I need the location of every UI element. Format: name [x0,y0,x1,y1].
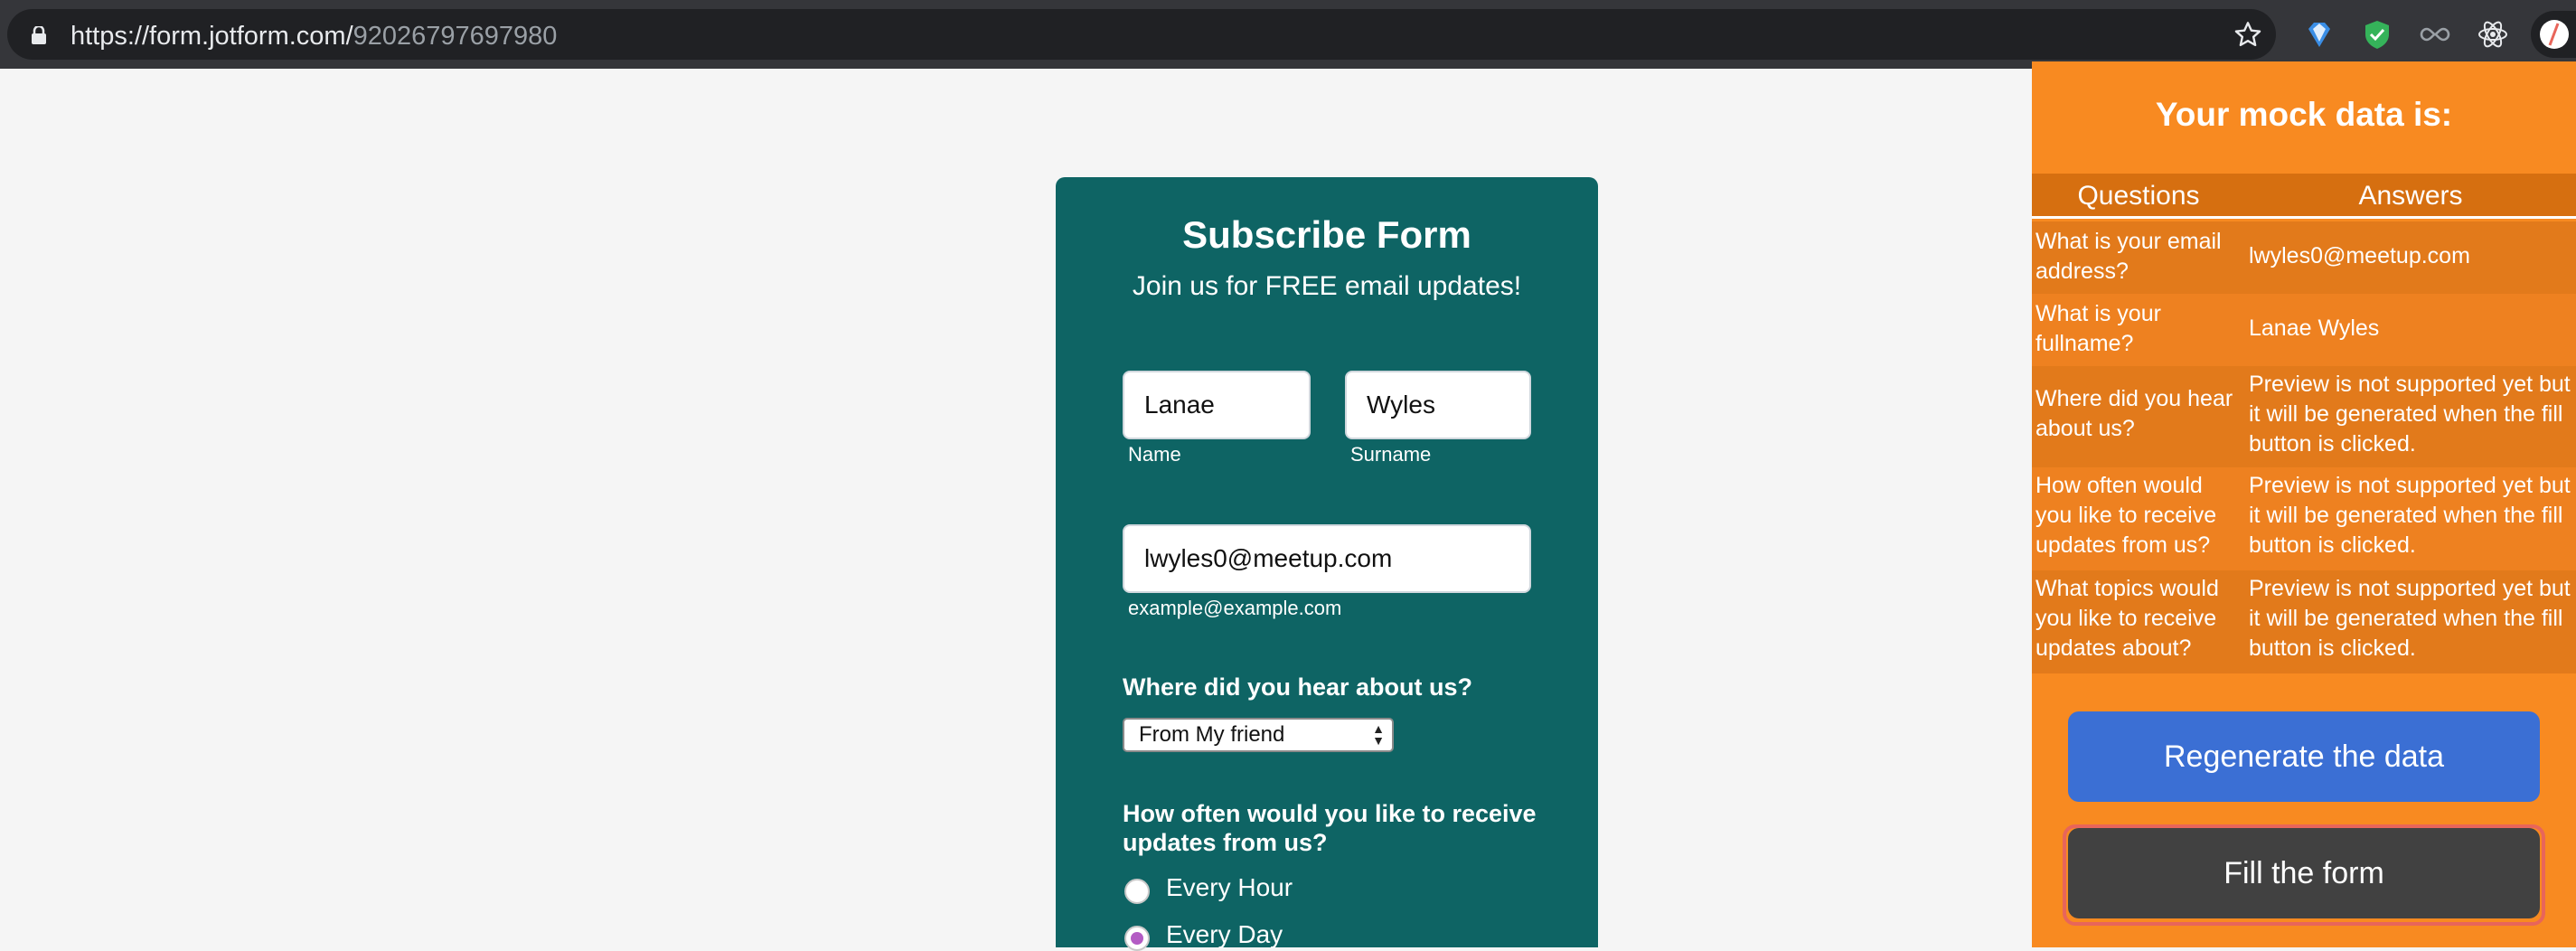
question-cell: Where did you hear about us? [2035,386,2233,441]
active-extension-button[interactable] [2531,11,2576,58]
mock-data-extension-icon [2540,20,2569,49]
subscribe-form: Subscribe Form Join us for FREE email up… [1056,177,1598,951]
url-path: 92026797697980 [353,22,558,51]
question-cell: How often would you like to receive upda… [2035,473,2217,558]
question-cell: What is your fullname? [2035,301,2161,356]
address-bar[interactable]: https://form.jotform.com/92026797697980 [7,9,2276,60]
select-arrows-icon: ▲ ▼ [1372,721,1385,748]
react-extension-icon[interactable] [2477,18,2509,51]
surname-label: Surname [1350,443,1432,466]
answer-cell: Preview is not supported yet but it will… [2249,576,2571,661]
question-hear-about: Where did you hear about us? [1123,673,1473,701]
table-row: How often would you like to receive upda… [2032,467,2576,570]
radio-label-every-hour: Every Hour [1166,873,1293,901]
question-cell: What topics would you like to receive up… [2035,576,2219,661]
first-name-label: Name [1128,443,1181,466]
email-hint: example@example.com [1128,597,1342,619]
url-host: https://form.jotform.com/ [71,22,353,51]
answer-cell: Lanae Wyles [2249,315,2380,341]
url-text[interactable]: https://form.jotform.com/92026797697980 [71,22,557,52]
hear-about-select[interactable]: From My friend ▲ ▼ [1123,718,1394,752]
column-answers: Answers [2358,181,2463,211]
table-row: Where did you hear about us? Preview is … [2032,366,2576,467]
mock-data-popup: Your mock data is: Questions Answers Wha… [2032,61,2576,947]
question-cell: What is your email address? [2035,229,2222,284]
table-row: What is your fullname? Lanae Wyles [2032,294,2576,366]
surname-input[interactable]: Wyles [1345,371,1531,439]
fill-form-button[interactable]: Fill the form [2068,828,2540,918]
answer-cell: Preview is not supported yet but it will… [2249,372,2571,457]
radio-every-hour[interactable] [1124,879,1150,904]
lock-icon[interactable] [31,26,47,44]
email-input[interactable]: lwyles0@meetup.com [1123,524,1531,593]
infinity-extension-icon[interactable] [2419,18,2451,51]
shield-extension-icon[interactable] [2361,18,2393,51]
form-subtitle: Join us for FREE email updates! [1132,271,1522,301]
hear-about-selected: From My friend [1139,722,1285,747]
first-name-input[interactable]: Lanae [1123,371,1311,439]
gem-extension-icon[interactable] [2303,18,2336,51]
regenerate-button[interactable]: Regenerate the data [2068,711,2540,802]
radio-label-every-day: Every Day [1166,920,1283,948]
star-icon[interactable] [2233,20,2262,49]
popup-title: Your mock data is: [2155,96,2453,133]
table-header: Questions Answers [2032,174,2576,219]
column-questions: Questions [2077,181,2200,211]
form-title: Subscribe Form [1182,213,1471,256]
answer-cell: Preview is not supported yet but it will… [2249,473,2571,558]
table-row: What topics would you like to receive up… [2032,570,2576,673]
table-row: What is your email address? lwyles0@meet… [2032,221,2576,294]
answer-cell: lwyles0@meetup.com [2249,243,2470,268]
question-how-often: How often would you like to receive upda… [1123,800,1537,856]
browser-toolbar: https://form.jotform.com/92026797697980 [0,0,2576,69]
